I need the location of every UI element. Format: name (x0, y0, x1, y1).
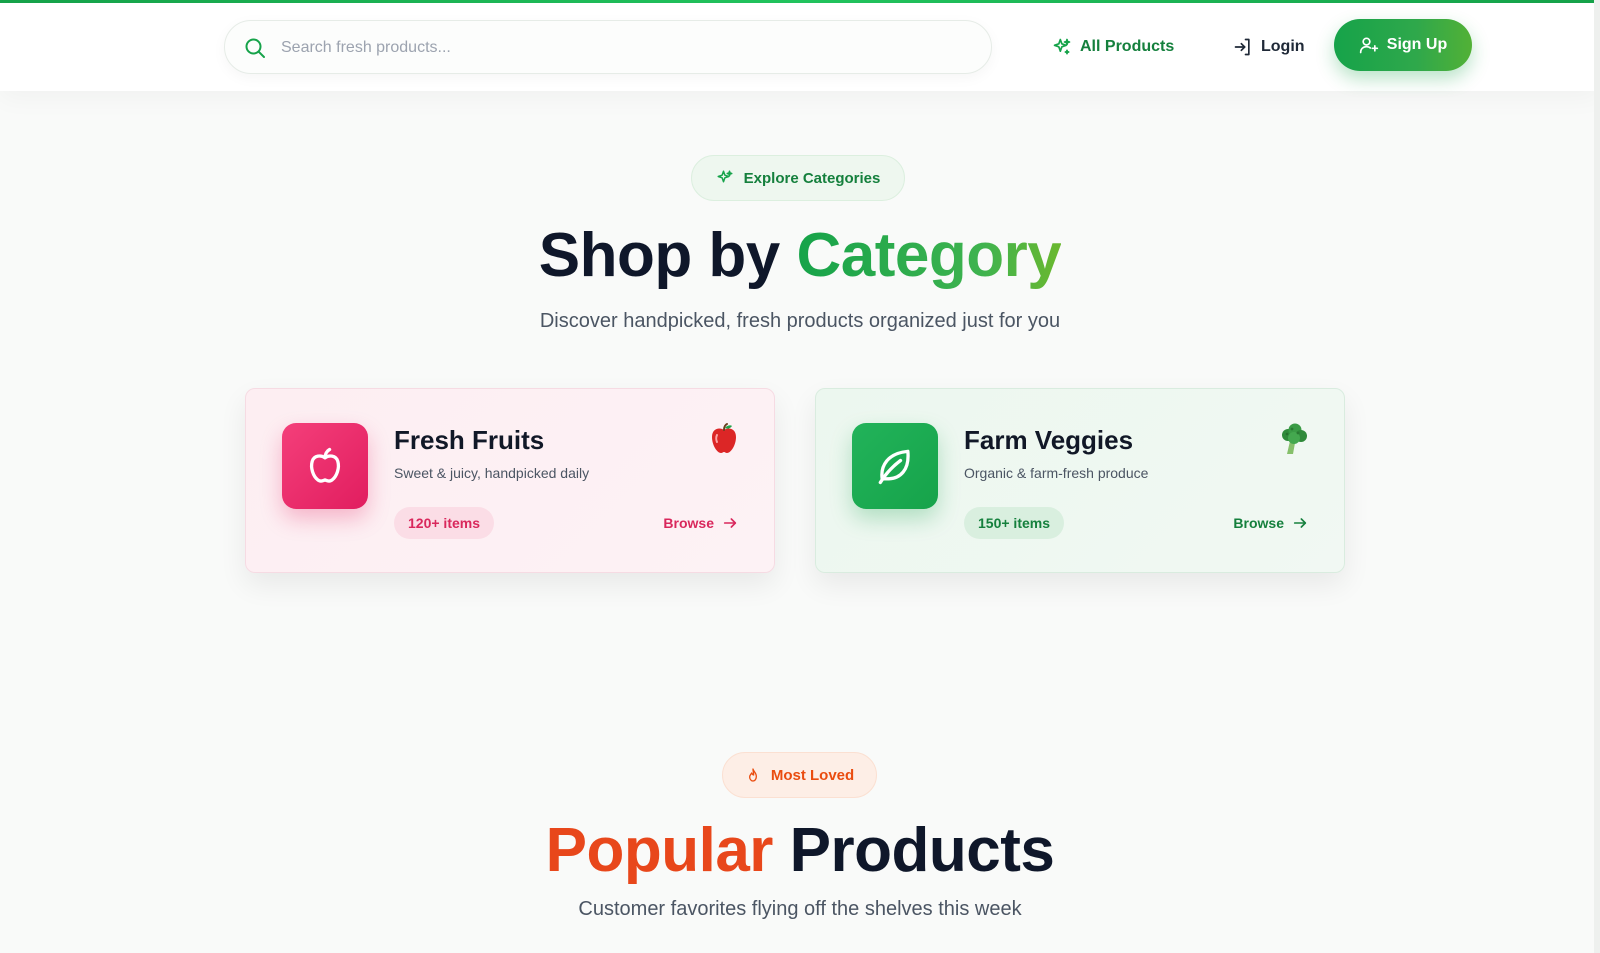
category-title: Fresh Fruits (394, 425, 545, 455)
arrow-right-icon (1293, 518, 1307, 528)
flame-icon (748, 768, 757, 782)
nav-login-label: Login (1261, 38, 1305, 55)
section-title-popular: Popular Products (0, 815, 1600, 886)
title-accent: Popular (545, 816, 774, 885)
item-count-badge: 120+ items (394, 507, 494, 539)
top-header: All Products Login Sign Up (0, 3, 1600, 91)
explore-categories-pill: Explore Categories (691, 155, 905, 201)
title-accent: Category (796, 221, 1062, 290)
leaf-icon (878, 449, 910, 485)
category-description: Sweet & juicy, handpicked daily (394, 465, 590, 481)
search-bar[interactable] (224, 20, 992, 74)
nav-login[interactable]: Login (1233, 34, 1305, 60)
sparkles-icon (717, 170, 733, 183)
explore-categories-label: Explore Categories (743, 169, 881, 187)
category-icon-tile (852, 423, 938, 509)
category-card-fresh-fruits[interactable]: Fresh Fruits Sweet & juicy, handpicked d… (245, 388, 775, 573)
broccoli-emoji-icon (1282, 423, 1307, 454)
red-apple-emoji-icon (712, 423, 736, 453)
sign-up-label: Sign Up (1386, 36, 1448, 53)
sign-up-button[interactable]: Sign Up (1334, 19, 1472, 71)
section-title-categories: Shop by Category (0, 220, 1600, 291)
nav-all-products-label: All Products (1080, 38, 1175, 55)
title-main: Shop by (538, 221, 797, 290)
section-subtitle-popular: Customer favorites flying off the shelve… (578, 898, 1022, 920)
search-input[interactable] (281, 33, 971, 63)
apple-icon (309, 447, 341, 483)
category-title: Farm Veggies (964, 425, 1134, 455)
nav-all-products[interactable]: All Products (1052, 34, 1174, 60)
category-card-farm-veggies[interactable]: Farm Veggies Organic & farm-fresh produc… (815, 388, 1345, 573)
sparkles-icon (1053, 38, 1071, 55)
arrow-right-icon (723, 518, 737, 528)
most-loved-pill: Most Loved (722, 752, 877, 798)
search-icon (245, 38, 265, 58)
login-icon (1234, 38, 1250, 56)
browse-link[interactable]: Browse (1233, 511, 1308, 535)
user-plus-icon (1359, 37, 1378, 54)
section-subtitle-categories: Discover handpicked, fresh products orga… (539, 310, 1061, 332)
title-main: Products (772, 816, 1055, 885)
browse-label: Browse (663, 515, 714, 531)
category-icon-tile (282, 423, 368, 509)
browse-label: Browse (1233, 515, 1284, 531)
item-count-badge: 150+ items (964, 507, 1064, 539)
category-description: Organic & farm-fresh produce (964, 465, 1149, 481)
page-scrollbar[interactable] (1594, 0, 1600, 953)
browse-link[interactable]: Browse (663, 511, 738, 535)
most-loved-label: Most Loved (770, 766, 855, 784)
